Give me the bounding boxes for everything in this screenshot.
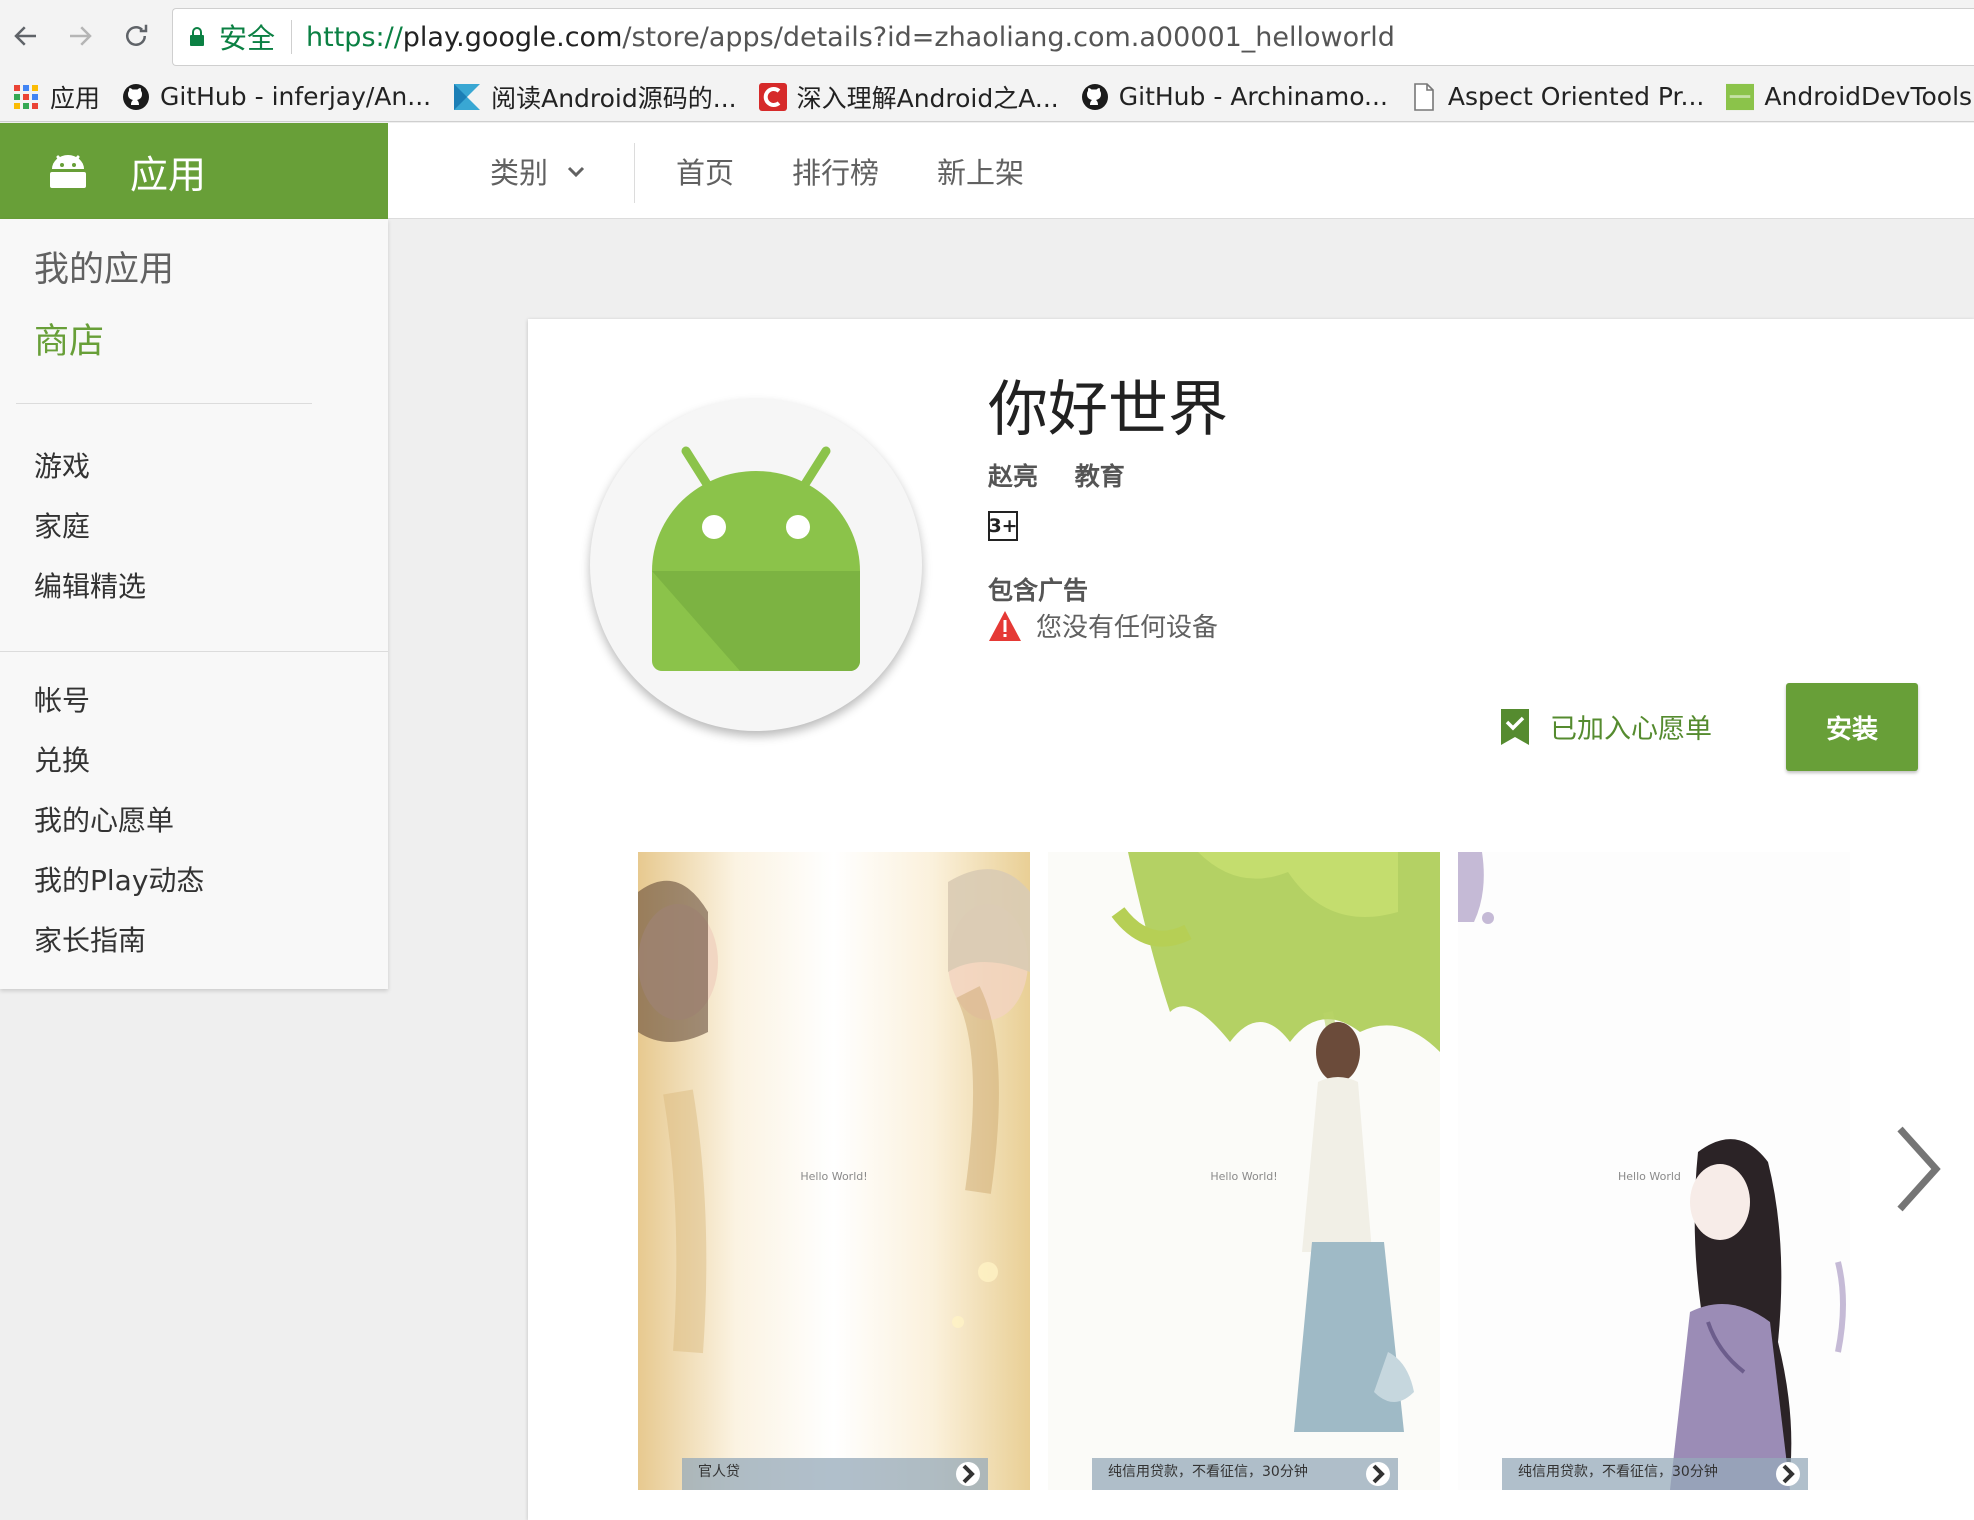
sidebar-divider <box>0 651 388 652</box>
screenshot-1[interactable]: Hello World! 官人贷 <box>638 852 1030 1490</box>
bookmark-apps[interactable]: 应用 <box>12 79 100 115</box>
screenshot-caption: Hello World <box>1618 1170 1681 1183</box>
screenshot-caption: Hello World! <box>800 1170 868 1183</box>
wishlist-label: 已加入心愿单 <box>1550 714 1712 745</box>
browser-toolbar: 安全 https://play.google.com/store/apps/de… <box>0 0 1974 72</box>
c-logo-icon <box>758 82 787 111</box>
banner-text: 纯信用贷款，不看征信，30分钟 <box>1108 1464 1308 1480</box>
screenshot-banner: 纯信用贷款，不看征信，30分钟 <box>1502 1458 1808 1490</box>
bookmark-aspect-oriented[interactable]: Aspect Oriented Pr... <box>1410 82 1704 111</box>
wishlist-button[interactable]: 已加入心愿单 <box>1500 707 1712 746</box>
url-host: play.google.com <box>402 21 623 53</box>
app-details-card: 你好世界 赵亮 教育 3+ 包含广告 您没有任何设备 已加入心愿单 安装 Hel… <box>528 319 1974 1520</box>
device-warning: 您没有任何设备 <box>988 607 1218 644</box>
app-meta-row: 赵亮 教育 <box>988 457 1153 493</box>
bookmark-label: GitHub - inferjay/An... <box>160 82 432 111</box>
bookmark-label: AndroidDevTools A... <box>1764 82 1974 111</box>
arrow-right-icon <box>70 26 92 46</box>
play-store-page: 应用 类别 首页 排行榜 新上架 我的应用 商店 游戏 家庭 编辑精选 帐号 兑… <box>0 123 1974 1520</box>
bookmarks-bar: 应用 GitHub - inferjay/An... 阅读Android源码的.… <box>0 72 1974 122</box>
bookmark-label: 应用 <box>50 83 101 113</box>
nav-home[interactable]: 首页 <box>676 150 734 192</box>
forward-button[interactable] <box>58 14 102 58</box>
sidebar-item-redeem[interactable]: 兑换 <box>34 739 90 779</box>
address-bar[interactable]: 安全 https://play.google.com/store/apps/de… <box>172 8 1974 66</box>
sidebar-item-parent-guide[interactable]: 家长指南 <box>34 919 146 959</box>
android-apps-icon <box>50 155 86 188</box>
devtools-icon <box>1726 83 1755 111</box>
bookmark-android-source[interactable]: 阅读Android源码的... <box>453 79 737 115</box>
reload-button[interactable] <box>114 14 158 58</box>
reload-icon <box>126 24 148 46</box>
sidebar: 我的应用 商店 游戏 家庭 编辑精选 帐号 兑换 我的心愿单 我的Play动态 … <box>0 219 388 989</box>
install-button[interactable]: 安装 <box>1786 683 1918 771</box>
bookmark-github-archinamo[interactable]: GitHub - Archinamo... <box>1081 82 1388 111</box>
arrow-left-icon <box>14 26 36 46</box>
chevron-down-icon <box>567 166 585 178</box>
screenshot-2[interactable]: Hello World! 纯信用贷款，不看征信，30分钟 <box>1048 852 1440 1490</box>
k-logo-icon <box>453 83 481 111</box>
bookmark-deep-android[interactable]: 深入理解Android之A... <box>758 79 1059 115</box>
sidebar-item-play-activity[interactable]: 我的Play动态 <box>34 859 204 899</box>
screenshot-banner: 官人贷 <box>682 1458 988 1490</box>
chevron-right-icon <box>1776 1462 1800 1486</box>
url-text: https://play.google.com/store/apps/detai… <box>306 22 1395 53</box>
bookmark-label: 阅读Android源码的... <box>491 83 737 113</box>
secure-label: 安全 <box>219 22 276 55</box>
github-icon <box>1081 83 1109 111</box>
sidebar-store[interactable]: 商店 <box>34 313 104 364</box>
sidebar-item-editors-choice[interactable]: 编辑精选 <box>34 565 146 605</box>
sidebar-divider <box>16 403 312 404</box>
app-title: 你好世界 <box>988 375 1228 445</box>
sidebar-item-games[interactable]: 游戏 <box>34 445 90 485</box>
chevron-right-icon <box>1366 1462 1390 1486</box>
android-robot-icon <box>652 446 860 671</box>
sidebar-item-account[interactable]: 帐号 <box>34 679 90 719</box>
screenshot-caption: Hello World! <box>1210 1170 1278 1183</box>
bookmark-label: Aspect Oriented Pr... <box>1447 82 1705 111</box>
sidebar-item-wishlist[interactable]: 我的心愿单 <box>34 799 174 839</box>
sidebar-my-apps[interactable]: 我的应用 <box>34 241 174 292</box>
warning-icon <box>989 610 1021 641</box>
document-icon <box>1410 82 1438 111</box>
chevron-right-icon <box>956 1462 980 1486</box>
store-top-bar: 应用 类别 首页 排行榜 新上架 <box>0 123 1974 219</box>
store-brand[interactable]: 应用 <box>0 123 388 219</box>
screenshot-banner: 纯信用贷款，不看征信，30分钟 <box>1092 1458 1398 1490</box>
url-scheme: https:// <box>306 21 403 53</box>
screenshots-next-button[interactable] <box>1888 849 1948 1489</box>
bookmark-label: GitHub - Archinamo... <box>1118 82 1388 111</box>
category-dropdown[interactable]: 类别 <box>490 123 588 219</box>
github-icon <box>122 83 150 111</box>
back-button[interactable] <box>4 14 48 58</box>
device-warning-text: 您没有任何设备 <box>1036 613 1219 643</box>
contains-ads-label: 包含广告 <box>988 576 1089 605</box>
nav-new-releases[interactable]: 新上架 <box>937 150 1024 192</box>
bookmark-label: 深入理解Android之A... <box>796 83 1059 113</box>
bookmark-github-inferjay[interactable]: GitHub - inferjay/An... <box>122 82 431 111</box>
bookmark-androiddevtools[interactable]: AndroidDevTools A... <box>1726 82 1974 111</box>
app-icon <box>590 399 922 731</box>
lock-icon <box>189 27 205 47</box>
screenshot-3[interactable]: Hello World 纯信用贷款，不看征信，30分钟 <box>1458 852 1850 1490</box>
banner-text: 官人贷 <box>698 1464 740 1480</box>
nav-top-charts[interactable]: 排行榜 <box>792 150 879 192</box>
banner-text: 纯信用贷款，不看征信，30分钟 <box>1518 1464 1718 1480</box>
app-category-link[interactable]: 教育 <box>1075 462 1125 491</box>
url-separator <box>291 20 293 54</box>
brand-label: 应用 <box>130 152 207 197</box>
top-nav-divider <box>634 143 635 203</box>
app-developer-link[interactable]: 赵亮 <box>988 462 1038 491</box>
sidebar-item-family[interactable]: 家庭 <box>34 505 90 545</box>
content-rating-badge: 3+ <box>988 511 1018 541</box>
category-label: 类别 <box>490 156 549 190</box>
bookmark-check-icon <box>1501 708 1529 745</box>
apps-grid-icon <box>12 83 40 111</box>
top-nav-links: 首页 排行榜 新上架 <box>676 123 1082 219</box>
chevron-right-icon <box>1897 1126 1941 1212</box>
url-path: /store/apps/details?id=zhaoliang.com.a00… <box>622 21 1395 53</box>
